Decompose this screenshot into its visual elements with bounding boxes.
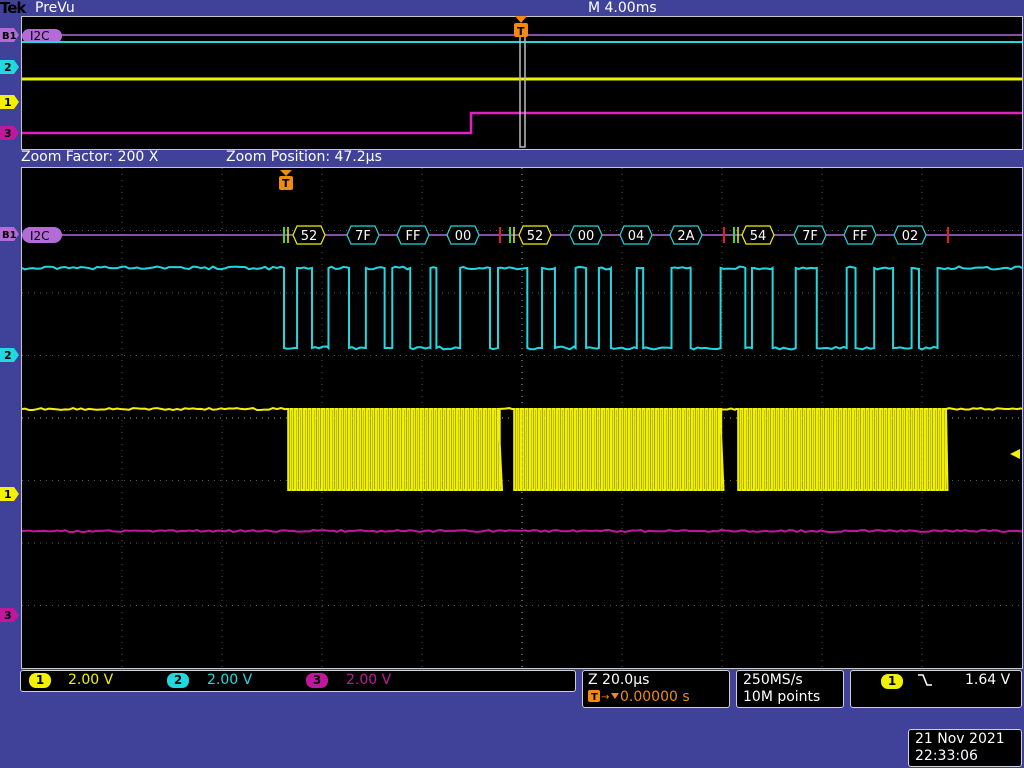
ch2-scale[interactable]: 2.00 V <box>207 672 252 688</box>
ch1-waveform <box>22 408 1022 490</box>
ch1-scale[interactable]: 2.00 V <box>68 672 113 688</box>
ch2-badge[interactable]: 2 <box>167 673 189 688</box>
decode-packet-value-11: FF <box>853 229 868 244</box>
overview-ch1-label: 1 <box>4 96 12 109</box>
brand-logo: Tek <box>0 0 25 17</box>
datetime-box: 21 Nov 2021 22:33:06 <box>908 729 1022 767</box>
zoom-position: Zoom Position: 47.2µs <box>226 149 382 165</box>
zoom-timebase-box[interactable]: Z 20.0µs T → 0.00000 s <box>582 670 730 708</box>
zoom-waveform-plot: I2C 52 7F FF 00 52 00 04 2A 54 7F FF 02 <box>22 168 1022 668</box>
decode-packet-value-1: 52 <box>301 229 318 244</box>
zoom-ch1-label: 1 <box>4 488 12 501</box>
decode-packet-value-6: 00 <box>578 229 595 244</box>
overview-ch2-marker[interactable]: 2 <box>0 60 20 74</box>
record-length: 10M points <box>743 689 820 705</box>
overview-bus-badge: I2C <box>22 29 62 43</box>
ch1-badge[interactable]: 1 <box>29 673 51 688</box>
overview-ch3-marker[interactable]: 3 <box>0 126 20 140</box>
trigger-source-badge: 1 <box>881 674 903 689</box>
decode-packet-value-5: 52 <box>527 229 544 244</box>
overview-bus-name: I2C <box>30 29 50 43</box>
decode-packet-value-2: 7F <box>355 229 371 244</box>
sample-rate: 250MS/s <box>743 672 803 688</box>
ch2-waveform <box>22 267 1022 350</box>
falling-edge-icon <box>917 672 933 688</box>
zoom-ch2-label: 2 <box>4 349 12 362</box>
svg-text:T: T <box>591 692 598 703</box>
trigger-level-arrow-icon[interactable] <box>1010 448 1022 460</box>
zoom-ch1-marker[interactable]: 1 <box>0 487 20 501</box>
zoom-trigger-label: T <box>282 177 290 190</box>
trigger-level: 1.64 V <box>965 672 1010 688</box>
decode-packet-value-10: 7F <box>802 229 818 244</box>
channel-scale-bar: 1 2.00 V 2 2.00 V 3 2.00 V <box>20 670 576 692</box>
time: 22:33:06 <box>915 748 978 764</box>
zoom-trigger-marker[interactable]: T <box>277 170 295 194</box>
trigger-position-icon: T → <box>588 689 620 703</box>
decode-packet-value-7: 04 <box>628 229 645 244</box>
date: 21 Nov 2021 <box>915 731 1005 747</box>
bus-name-text: I2C <box>30 229 50 243</box>
main-timebase: M 4.00ms <box>588 0 657 16</box>
zoom-ch2-marker[interactable]: 2 <box>0 348 20 362</box>
overview-ch1-marker[interactable]: 1 <box>0 95 20 109</box>
zoom-ch3-label: 3 <box>4 609 12 622</box>
overview-bus-marker-label: B1 <box>2 31 17 42</box>
ch3-scale[interactable]: 2.00 V <box>346 672 391 688</box>
overview-trigger-label: T <box>517 25 525 38</box>
decode-packet-value-8: 2A <box>677 229 694 244</box>
trigger-position: T → 0.00000 s <box>588 689 690 705</box>
zoom-bus-marker-label: B1 <box>2 230 17 241</box>
acquisition-box[interactable]: 250MS/s 10M points <box>736 670 844 708</box>
overview-trigger-marker[interactable]: T <box>512 16 530 40</box>
ch3-badge[interactable]: 3 <box>306 673 328 688</box>
trigger-box[interactable]: 1 1.64 V <box>850 670 1022 708</box>
zoom-window[interactable]: I2C 52 7F FF 00 52 00 04 2A 54 7F FF 02 <box>21 167 1023 669</box>
zoom-bus-marker[interactable]: B1 <box>0 227 20 241</box>
zoom-ch3-marker[interactable]: 3 <box>0 608 20 622</box>
overview-ch3-label: 3 <box>4 127 12 140</box>
decode-packet-value-9: 54 <box>750 229 767 244</box>
ch3-waveform <box>22 530 1022 532</box>
zoom-factor: Zoom Factor: 200 X <box>21 149 158 165</box>
zoom-timebase: Z 20.0µs <box>588 672 649 688</box>
decode-packet-value-12: 02 <box>902 229 919 244</box>
decode-packet-value-3: FF <box>406 229 421 244</box>
decode-packet-value-4: 00 <box>455 229 472 244</box>
overview-ch2-label: 2 <box>4 61 12 74</box>
svg-text:→: → <box>601 692 609 703</box>
acquisition-mode: PreVu <box>35 0 75 16</box>
trigger-position-value: 0.00000 s <box>620 689 690 705</box>
overview-bus-marker[interactable]: B1 <box>0 28 20 42</box>
